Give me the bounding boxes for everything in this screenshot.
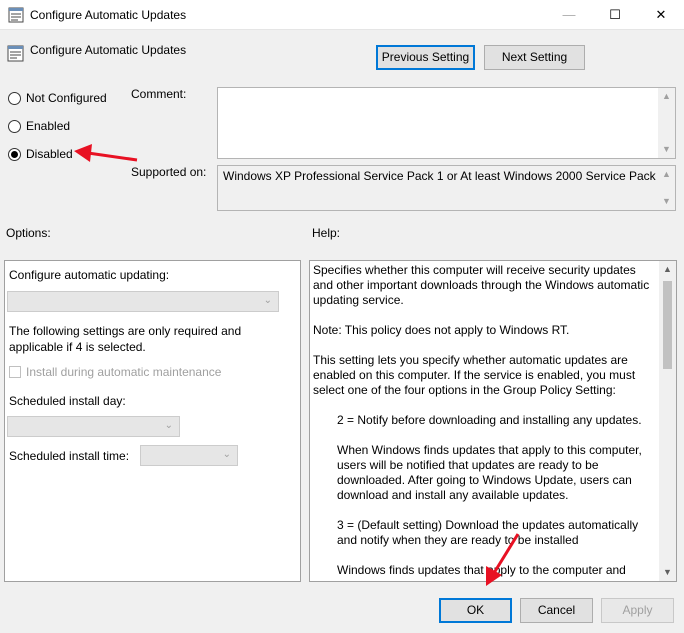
install-time-dropdown[interactable]: ⌄ bbox=[140, 445, 238, 466]
policy-setting-icon bbox=[7, 45, 24, 62]
options-label: Options: bbox=[6, 226, 51, 240]
radio-circle[interactable] bbox=[8, 119, 21, 133]
scroll-thumb[interactable] bbox=[663, 281, 672, 369]
scroll-down-icon[interactable]: ▼ bbox=[659, 564, 676, 581]
options-note: The following settings are only required… bbox=[9, 324, 242, 354]
policy-setting-icon bbox=[8, 7, 24, 23]
help-paragraph: When Windows finds updates that apply to… bbox=[337, 443, 642, 502]
title-bar: Configure Automatic Updates — ☐ ✕ bbox=[0, 0, 684, 30]
scroll-down-icon[interactable]: ▼ bbox=[658, 193, 675, 210]
next-setting-button[interactable]: Next Setting bbox=[484, 45, 585, 70]
help-scrollbar[interactable]: ▲ ▼ bbox=[659, 261, 676, 581]
help-label: Help: bbox=[312, 226, 341, 240]
radio-circle[interactable] bbox=[8, 91, 21, 105]
supported-value: Windows XP Professional Service Pack 1 o… bbox=[223, 169, 666, 183]
maximize-button[interactable]: ☐ bbox=[592, 0, 638, 30]
install-time-label: Scheduled install time: bbox=[9, 449, 130, 463]
install-maintenance-checkbox[interactable]: Install during automatic maintenance bbox=[9, 365, 221, 379]
supported-scrollbar[interactable]: ▲ ▼ bbox=[658, 166, 675, 210]
chevron-down-icon: ⌄ bbox=[164, 420, 173, 431]
configure-updating-dropdown[interactable]: ⌄ bbox=[7, 291, 279, 312]
window-title: Configure Automatic Updates bbox=[30, 8, 187, 22]
chevron-down-icon: ⌄ bbox=[263, 295, 272, 306]
radio-label: Disabled bbox=[26, 147, 73, 161]
help-paragraph: This setting lets you specify whether au… bbox=[313, 353, 636, 397]
options-panel: Configure automatic updating: ⌄ The foll… bbox=[4, 260, 301, 582]
comment-label: Comment: bbox=[131, 87, 187, 101]
minimize-button[interactable]: — bbox=[546, 0, 592, 30]
scroll-up-icon[interactable]: ▲ bbox=[658, 166, 675, 183]
radio-label: Not Configured bbox=[26, 91, 107, 105]
help-paragraph: Windows finds updates that apply to the … bbox=[337, 563, 626, 577]
radio-not-configured[interactable]: Not Configured bbox=[8, 90, 107, 106]
help-paragraph: 3 = (Default setting) Download the updat… bbox=[337, 518, 639, 547]
scroll-up-icon[interactable]: ▲ bbox=[659, 261, 676, 278]
annotation-arrow-disabled bbox=[74, 144, 138, 162]
supported-field: Windows XP Professional Service Pack 1 o… bbox=[217, 165, 676, 211]
close-button[interactable]: ✕ bbox=[638, 0, 684, 30]
comment-textarea[interactable]: ▲ ▼ bbox=[217, 87, 676, 159]
scroll-down-icon[interactable]: ▼ bbox=[658, 141, 675, 158]
checkbox-box[interactable] bbox=[9, 366, 21, 378]
help-paragraph: Specifies whether this computer will rec… bbox=[313, 263, 650, 307]
setting-title: Configure Automatic Updates bbox=[30, 43, 187, 57]
previous-setting-button[interactable]: Previous Setting bbox=[376, 45, 475, 70]
radio-label: Enabled bbox=[26, 119, 71, 133]
help-paragraph: 2 = Notify before downloading and instal… bbox=[337, 413, 642, 427]
scroll-up-icon[interactable]: ▲ bbox=[658, 88, 675, 105]
radio-disabled[interactable]: Disabled bbox=[8, 146, 73, 162]
help-text: Specifies whether this computer will rec… bbox=[313, 263, 659, 581]
radio-enabled[interactable]: Enabled bbox=[8, 118, 70, 134]
configure-updating-label: Configure automatic updating: bbox=[9, 268, 170, 282]
install-day-dropdown[interactable]: ⌄ bbox=[7, 416, 180, 437]
comment-scrollbar[interactable]: ▲ ▼ bbox=[658, 88, 675, 158]
help-paragraph: Note: This policy does not apply to Wind… bbox=[313, 323, 570, 337]
chevron-down-icon: ⌄ bbox=[222, 449, 231, 460]
supported-label: Supported on: bbox=[131, 165, 207, 179]
help-panel: Specifies whether this computer will rec… bbox=[309, 260, 677, 582]
checkbox-label: Install during automatic maintenance bbox=[26, 365, 222, 379]
install-day-label: Scheduled install day: bbox=[9, 394, 126, 408]
ok-button[interactable]: OK bbox=[439, 598, 512, 623]
cancel-button[interactable]: Cancel bbox=[520, 598, 593, 623]
apply-button[interactable]: Apply bbox=[601, 598, 674, 623]
radio-circle-selected[interactable] bbox=[8, 147, 21, 161]
